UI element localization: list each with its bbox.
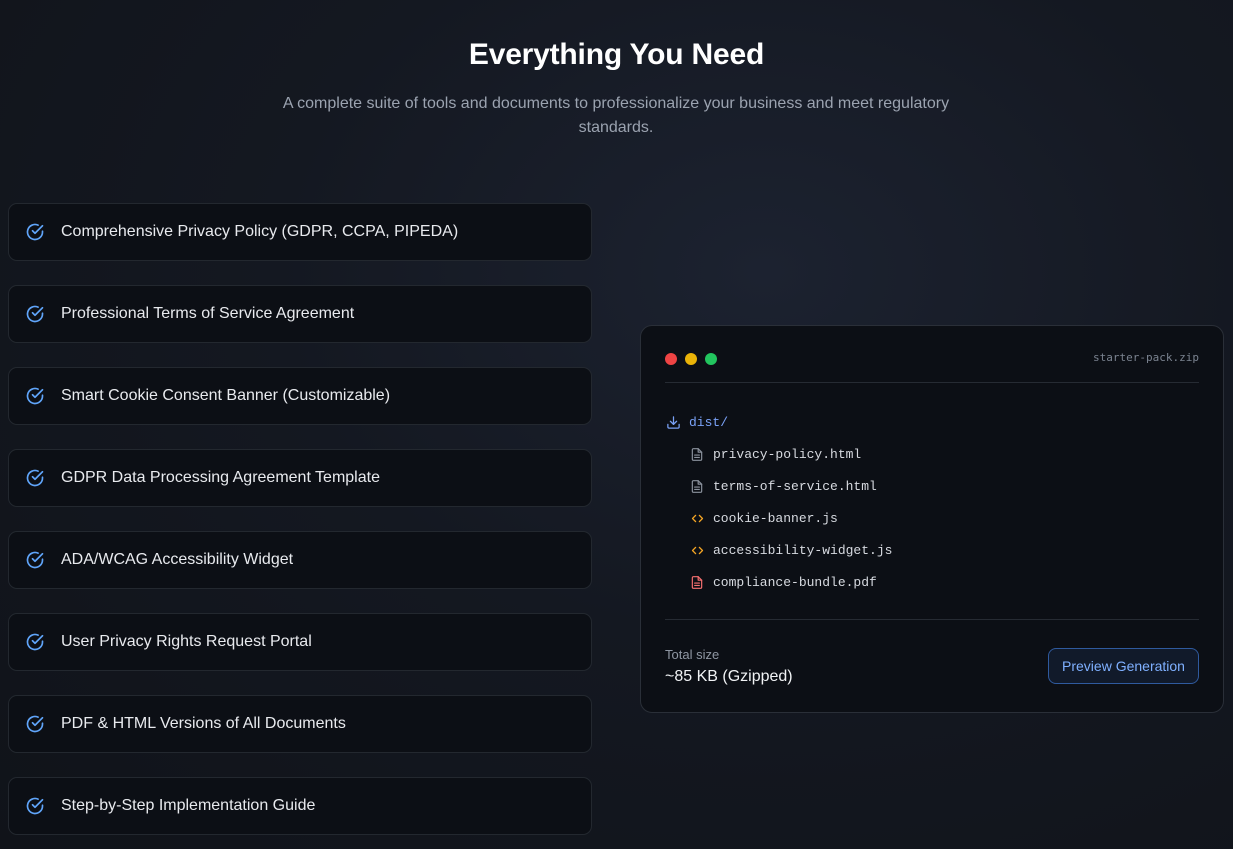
file-row: accessibility-widget.js <box>665 534 892 566</box>
file-row: cookie-banner.js <box>665 502 892 534</box>
check-circle-icon <box>25 386 45 406</box>
feature-item: Step-by-Step Implementation Guide <box>8 777 592 835</box>
feature-item: User Privacy Rights Request Portal <box>8 613 592 671</box>
feature-item: PDF & HTML Versions of All Documents <box>8 695 592 753</box>
page-subtitle: A complete suite of tools and documents … <box>282 95 950 136</box>
feature-label: Comprehensive Privacy Policy (GDPR, CCPA… <box>61 223 459 240</box>
feature-label: Professional Terms of Service Agreement <box>61 305 355 322</box>
window-maximize-dot <box>705 353 717 365</box>
file-icon <box>689 478 705 494</box>
check-circle-icon <box>25 550 45 570</box>
check-circle-icon <box>25 796 45 816</box>
preview-generation-button[interactable]: Preview Generation <box>1048 648 1199 684</box>
feature-item: Comprehensive Privacy Policy (GDPR, CCPA… <box>8 203 592 261</box>
feature-label: ADA/WCAG Accessibility Widget <box>61 551 294 568</box>
file-name: privacy-policy.html <box>713 446 862 462</box>
total-size-label: Total size <box>665 647 720 662</box>
feature-list: Comprehensive Privacy Policy (GDPR, CCPA… <box>8 203 592 849</box>
feature-item: ADA/WCAG Accessibility Widget <box>8 531 592 589</box>
file-name: accessibility-widget.js <box>713 542 893 558</box>
folder-row: dist/ <box>665 406 892 438</box>
file-preview-panel: starter-pack.zip dist/ privacy-policy.ht… <box>640 325 1224 713</box>
feature-label: User Privacy Rights Request Portal <box>61 633 312 650</box>
file-name: terms-of-service.html <box>713 478 877 494</box>
panel-footer: Total size ~85 KB (Gzipped) Preview Gene… <box>665 619 1199 712</box>
panel-header: starter-pack.zip <box>665 326 1199 383</box>
check-circle-icon <box>25 632 45 652</box>
folder-name: dist/ <box>689 414 729 430</box>
file-name: compliance-bundle.pdf <box>713 574 877 590</box>
check-circle-icon <box>25 714 45 734</box>
feature-item: GDPR Data Processing Agreement Template <box>8 449 592 507</box>
window-close-dot <box>665 353 677 365</box>
code-icon <box>689 542 705 558</box>
code-icon <box>689 510 705 526</box>
file-row: terms-of-service.html <box>665 470 892 502</box>
file-row: compliance-bundle.pdf <box>665 566 892 598</box>
file-icon <box>689 446 705 462</box>
feature-label: Smart Cookie Consent Banner (Customizabl… <box>61 387 391 404</box>
pdf-file-icon <box>689 574 705 590</box>
total-size-value: ~85 KB (Gzipped) <box>665 668 793 685</box>
feature-label: PDF & HTML Versions of All Documents <box>61 715 346 732</box>
feature-label: GDPR Data Processing Agreement Template <box>61 469 380 486</box>
feature-item: Smart Cookie Consent Banner (Customizabl… <box>8 367 592 425</box>
check-circle-icon <box>25 222 45 242</box>
page-title: Everything You Need <box>468 38 765 71</box>
file-row: privacy-policy.html <box>665 438 892 470</box>
feature-item: Professional Terms of Service Agreement <box>8 285 592 343</box>
download-icon <box>665 414 681 430</box>
file-name: cookie-banner.js <box>713 510 838 526</box>
feature-label: Step-by-Step Implementation Guide <box>61 797 316 814</box>
check-circle-icon <box>25 304 45 324</box>
check-circle-icon <box>25 468 45 488</box>
archive-name: starter-pack.zip <box>1093 351 1199 364</box>
file-tree: dist/ privacy-policy.html terms-of-servi… <box>665 406 892 598</box>
window-minimize-dot <box>685 353 697 365</box>
